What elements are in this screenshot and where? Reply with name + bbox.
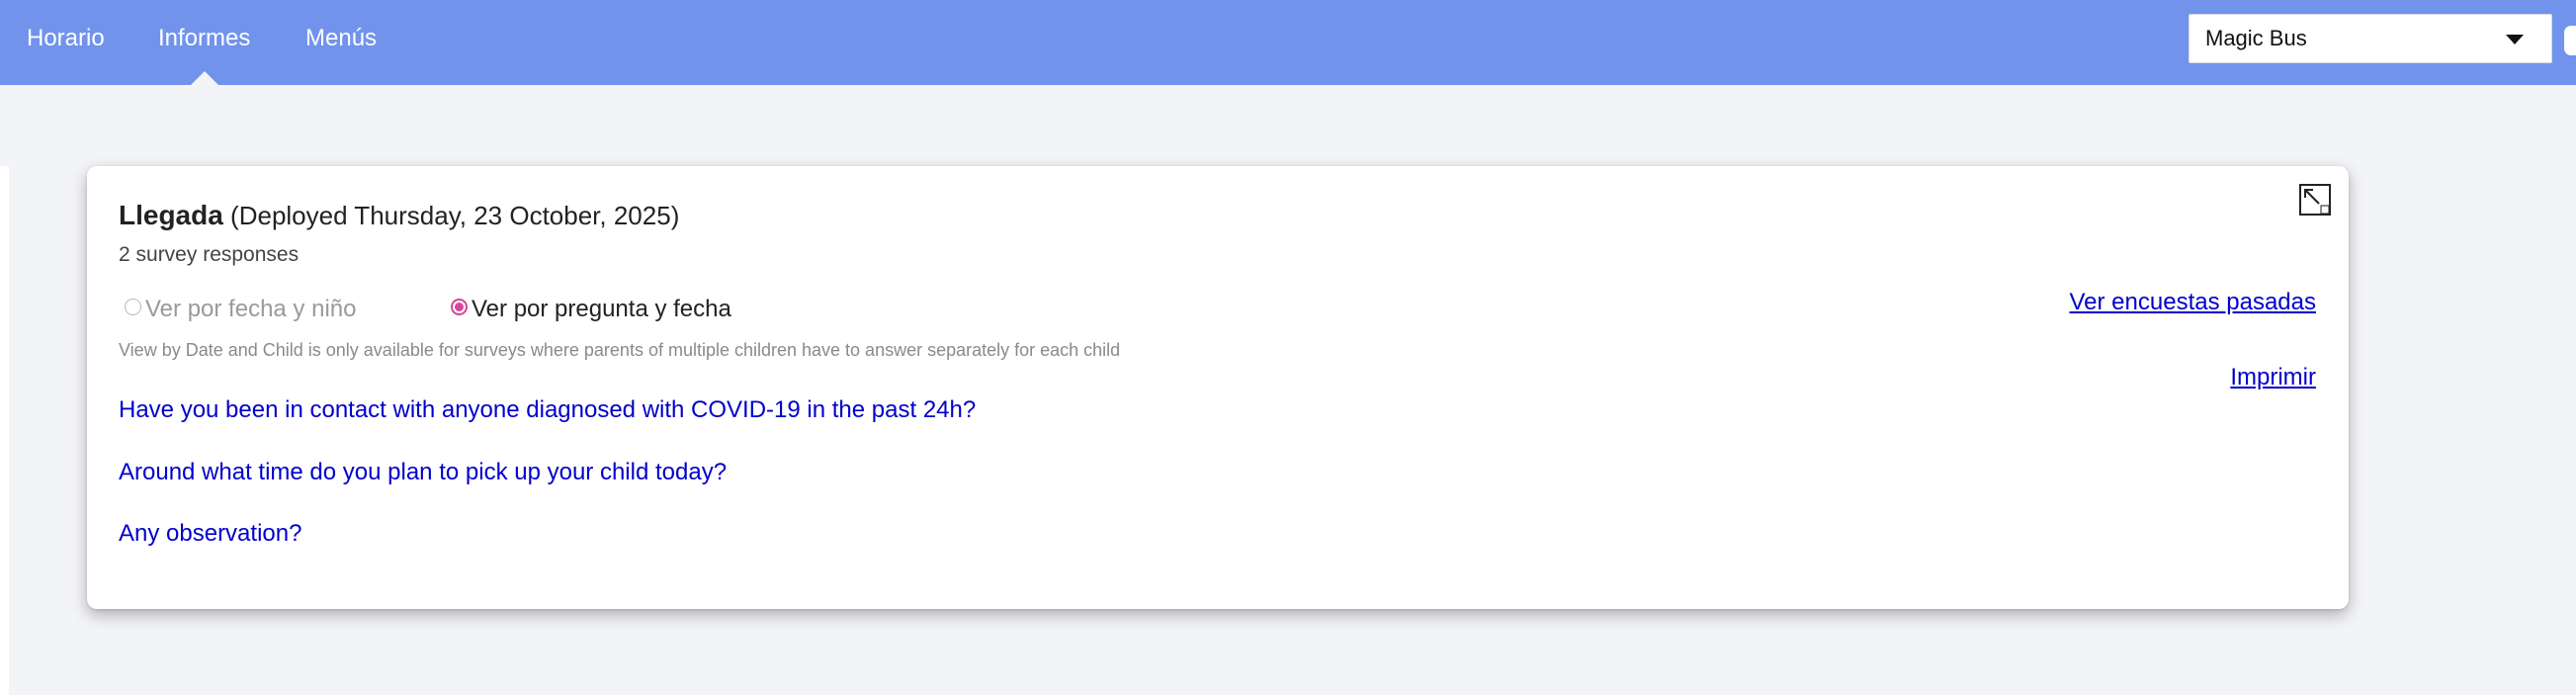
print-link[interactable]: Imprimir [2230,364,2316,391]
nav-tab-menus[interactable]: Menús [305,24,377,53]
survey-response-count: 2 survey responses [119,243,300,266]
survey-question[interactable]: Around what time do you plan to pick up … [119,459,727,486]
top-navigation-bar: Horario Informes Menús Magic Bus [0,0,2576,86]
past-surveys-link[interactable]: Ver encuestas pasadas [2069,289,2316,316]
survey-card: Llegada (Deployed Thursday, 23 October, … [87,166,2349,609]
school-select-value: Magic Bus [2205,26,2307,50]
view-option-label: Ver por pregunta y fecha [472,296,731,322]
radio-checked-icon [451,299,468,316]
survey-name: Llegada [119,200,223,230]
radio-unchecked-icon [125,299,141,316]
settings-icon[interactable] [2564,26,2576,55]
nav-tab-horario[interactable]: Horario [27,24,105,53]
caret-down-icon [2506,35,2524,44]
survey-title: Llegada (Deployed Thursday, 23 October, … [119,200,679,231]
survey-question[interactable]: Any observation? [119,520,301,548]
view-option-label: Ver por fecha y niño [145,296,357,322]
view-option-note: View by Date and Child is only available… [119,340,1121,360]
view-by-question-date-option[interactable]: Ver por pregunta y fecha [451,295,731,324]
nav-tab-informes[interactable]: Informes [158,24,250,86]
survey-deployed-date: (Deployed Thursday, 23 October, 2025) [230,201,680,230]
expand-icon[interactable] [2299,184,2331,216]
survey-question[interactable]: Have you been in contact with anyone dia… [119,396,976,424]
school-select[interactable]: Magic Bus [2189,14,2552,63]
view-by-date-child-option[interactable]: Ver por fecha y niño [125,295,356,324]
left-panel-edge [0,166,9,695]
